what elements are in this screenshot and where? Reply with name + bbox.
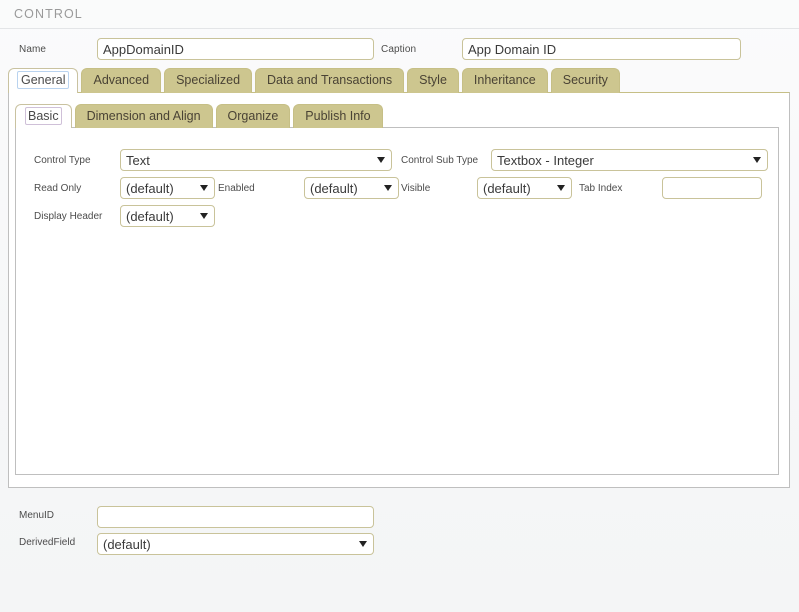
derived-field-label: DerivedField (19, 537, 76, 548)
general-tab-panel: Basic Dimension and Align Organize Publi… (8, 92, 790, 488)
control-sub-type-label: Control Sub Type (401, 154, 479, 166)
tab-specialized[interactable]: Specialized (164, 68, 253, 93)
menu-id-label: MenuID (19, 510, 55, 521)
visible-label: Visible (401, 182, 431, 194)
subtab-publish-info[interactable]: Publish Info (293, 104, 383, 128)
tab-index-input[interactable] (662, 177, 762, 199)
name-caption-row: Name Caption (0, 36, 799, 64)
read-only-select[interactable]: (default) (120, 177, 215, 199)
control-sub-type-select[interactable]: Textbox - Integer (491, 149, 768, 171)
tab-security[interactable]: Security (550, 68, 620, 93)
basic-subtab-panel: Control Type Text Control Sub Type Textb… (15, 127, 779, 475)
tab-data-and-transactions-label: Data and Transactions (267, 73, 393, 87)
subtab-dimension-and-align-label: Dimension and Align (86, 109, 201, 123)
control-type-label: Control Type (34, 154, 91, 166)
subtab-basic[interactable]: Basic (15, 104, 72, 128)
read-only-select-wrap: (default) (120, 177, 215, 199)
display-header-label: Display Header (34, 210, 103, 222)
main-tab-bar: General Advanced Specialized Data and Tr… (8, 68, 623, 93)
menu-id-input[interactable] (97, 506, 374, 528)
tab-inheritance[interactable]: Inheritance (461, 68, 548, 93)
enabled-select[interactable]: (default) (304, 177, 399, 199)
control-type-select-wrap: Text (120, 149, 392, 171)
display-header-select[interactable]: (default) (120, 205, 215, 227)
tab-style[interactable]: Style (407, 68, 459, 93)
sub-tab-bar: Basic Dimension and Align Organize Publi… (15, 104, 386, 128)
tab-advanced-label: Advanced (93, 73, 150, 87)
page-title: CONTROL (14, 7, 83, 21)
tab-inheritance-label: Inheritance (473, 73, 536, 87)
tab-general[interactable]: General (8, 68, 79, 93)
enabled-field: Enabled (default) (218, 177, 399, 199)
caption-label: Caption (381, 44, 417, 55)
display-header-field: Display Header (default) (34, 205, 215, 227)
read-only-label: Read Only (34, 182, 82, 194)
visible-select[interactable]: (default) (477, 177, 572, 199)
subtab-organize[interactable]: Organize (215, 104, 291, 128)
visible-field: Visible (default) (401, 177, 572, 199)
tab-security-label: Security (562, 73, 608, 87)
control-sub-type-field: Control Sub Type Textbox - Integer (401, 149, 768, 171)
tab-style-label: Style (419, 73, 447, 87)
name-input[interactable] (97, 38, 374, 60)
derived-field-select[interactable]: (default) (97, 533, 374, 555)
name-label: Name (19, 44, 47, 55)
tab-general-label: General (17, 71, 70, 89)
subtab-publish-info-label: Publish Info (305, 109, 371, 123)
tab-specialized-label: Specialized (176, 73, 241, 87)
derived-field-select-wrap: (default) (97, 533, 374, 555)
enabled-label: Enabled (218, 182, 255, 194)
read-only-field: Read Only (default) (34, 177, 215, 199)
enabled-select-wrap: (default) (304, 177, 399, 199)
control-type-select[interactable]: Text (120, 149, 392, 171)
control-sub-type-select-wrap: Textbox - Integer (491, 149, 768, 171)
page-header: CONTROL (0, 0, 799, 29)
tab-advanced[interactable]: Advanced (81, 68, 162, 93)
tab-index-field: Tab Index (579, 177, 762, 199)
basic-form: Control Type Text Control Sub Type Textb… (16, 128, 778, 474)
caption-input[interactable] (462, 38, 741, 60)
control-type-field: Control Type Text (34, 149, 392, 171)
tab-index-label: Tab Index (579, 182, 623, 194)
subtab-dimension-and-align[interactable]: Dimension and Align (74, 104, 213, 128)
subtab-basic-label: Basic (25, 107, 62, 125)
display-header-select-wrap: (default) (120, 205, 215, 227)
tab-data-and-transactions[interactable]: Data and Transactions (255, 68, 405, 93)
subtab-organize-label: Organize (227, 109, 279, 123)
visible-select-wrap: (default) (477, 177, 572, 199)
